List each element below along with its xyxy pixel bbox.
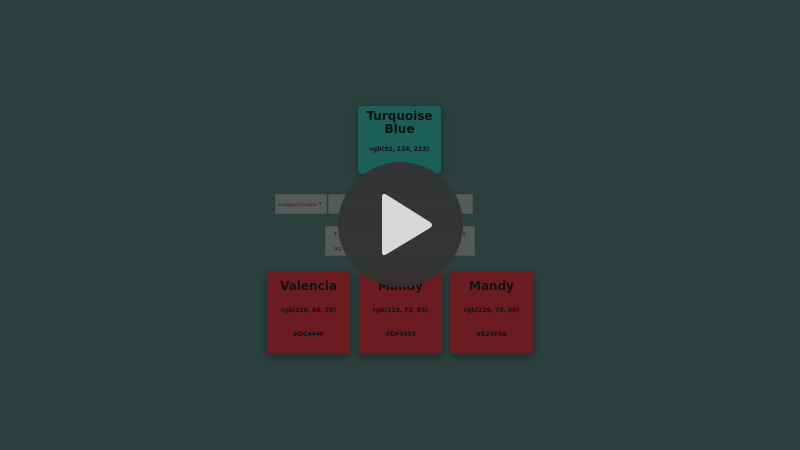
video-stage: Turquoise Blue rgb(92, 234, 223) analogo…: [0, 0, 800, 450]
base-color-rgb: rgb(92, 234, 223): [369, 146, 430, 153]
palette-color-rgb: rgb(226, 79, 90): [464, 307, 519, 314]
palette-color-hex: #E24F5A: [476, 331, 507, 338]
chevron-down-icon: ▾: [319, 201, 322, 207]
base-color-name: Turquoise Blue: [366, 109, 433, 136]
play-icon: [382, 193, 432, 256]
info-right-1: 5: [462, 232, 466, 238]
palette-color-rgb: rgb(220, 68, 79): [281, 307, 336, 314]
palette-color-rgb: rgb(223, 73, 85): [373, 307, 428, 314]
palette-color-hex: #DF4955: [385, 331, 416, 338]
play-button[interactable]: [338, 162, 463, 287]
info-line-1: T: [334, 232, 338, 238]
scheme-select[interactable]: analogous-complex ▾: [275, 194, 327, 214]
palette-color-hex: #DC444F: [292, 331, 325, 338]
scheme-select-value: analogous-complex: [278, 201, 317, 207]
